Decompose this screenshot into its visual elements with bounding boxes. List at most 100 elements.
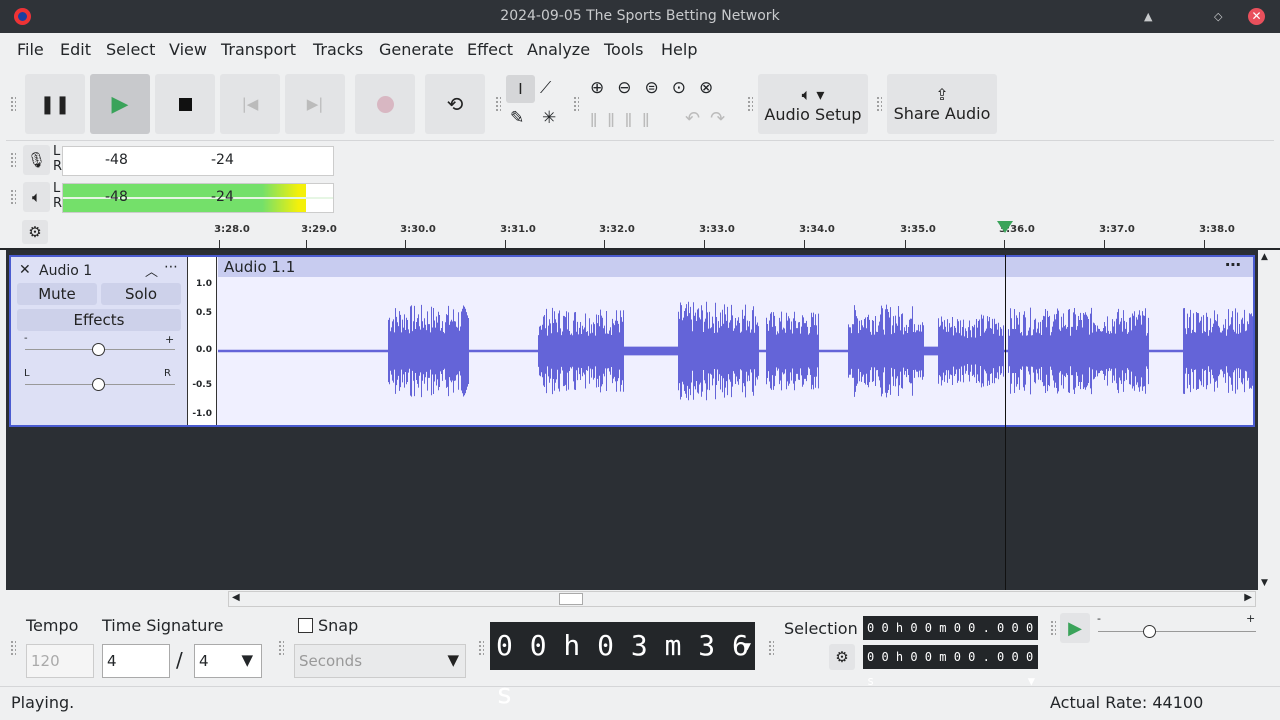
vertical-scale[interactable]: 1.0 0.5 0.0 -0.5 -1.0: [187, 257, 217, 425]
meter-tick: -48: [105, 152, 128, 168]
timeline-ruler[interactable]: [0, 216, 1280, 250]
selection-start[interactable]: 0 0 h 0 0 m 0 0 . 0 0 0 s▼: [863, 616, 1038, 659]
toolbar-grip[interactable]: [10, 96, 16, 112]
ruler-tick: [905, 240, 906, 248]
snap-grip[interactable]: [278, 640, 284, 656]
clip-menu-icon[interactable]: ⋯: [1225, 255, 1241, 274]
redo-icon[interactable]: ↷: [710, 108, 735, 129]
gain-slider[interactable]: [92, 343, 105, 356]
audio-setup-button[interactable]: 🔈︎ ▾ Audio Setup: [758, 74, 868, 134]
snap-label: Snap: [318, 616, 359, 635]
play-button[interactable]: ▶: [90, 74, 150, 134]
audio-setup-grip[interactable]: [747, 96, 753, 112]
menu-generate[interactable]: Generate: [379, 40, 454, 59]
maximize-button[interactable]: ◇: [1214, 0, 1222, 33]
play-at-speed-grip[interactable]: [1050, 620, 1056, 636]
waveform[interactable]: [218, 277, 1253, 425]
share-audio-button[interactable]: ⇪ Share Audio: [887, 74, 997, 134]
record-meter-grip[interactable]: [10, 152, 16, 168]
record-meter[interactable]: -48 -24: [62, 146, 334, 176]
menu-transport[interactable]: Transport: [221, 40, 296, 59]
audio-track[interactable]: ✕ Audio 1 ︿ ⋯ Mute Solo Effects - + L R …: [9, 255, 1255, 427]
meter-tick: -24: [211, 152, 234, 168]
trim-icon[interactable]: ǁǁ: [590, 110, 625, 128]
tools-grip[interactable]: [495, 96, 501, 112]
window-title: 2024-09-05 The Sports Betting Network: [500, 8, 780, 24]
playhead-marker[interactable]: [997, 221, 1013, 233]
solo-button[interactable]: Solo: [101, 283, 181, 305]
zoom-in-icon[interactable]: ⊕: [590, 78, 617, 98]
menu-help[interactable]: Help: [661, 40, 697, 59]
skip-end-button[interactable]: ▶|: [285, 74, 345, 134]
menu-select[interactable]: Select: [106, 40, 155, 59]
loop-button[interactable]: ⟲: [425, 74, 485, 134]
time-sig-grip[interactable]: [10, 640, 16, 656]
draw-tool[interactable]: ✎: [510, 108, 524, 128]
menu-file[interactable]: File: [17, 40, 44, 59]
track-name[interactable]: Audio 1: [39, 263, 92, 279]
menu-tools[interactable]: Tools: [604, 40, 643, 59]
clip-header[interactable]: Audio 1.1 ⋯: [218, 255, 1253, 277]
silence-icon[interactable]: ǁǁ: [625, 110, 660, 128]
play-at-speed-button[interactable]: ▶: [1060, 613, 1090, 643]
pan-slider[interactable]: [92, 378, 105, 391]
record-meter-button[interactable]: 🎙︎: [23, 145, 50, 175]
tempo-input[interactable]: 120: [26, 644, 94, 678]
time-sig-denominator[interactable]: 4 ▼: [194, 644, 262, 678]
time-display[interactable]: 0 0 h 0 3 m 3 6 s ▼: [490, 622, 755, 710]
selection-settings-button[interactable]: ⚙: [829, 644, 855, 670]
play-meter-grip[interactable]: [10, 189, 16, 205]
ruler-label: 3:29.0: [301, 224, 337, 235]
ruler-label: 3:32.0: [599, 224, 635, 235]
minimize-button[interactable]: ▲: [1144, 0, 1152, 33]
selection-end[interactable]: 0 0 h 0 0 m 0 0 . 0 0 0 s ▼: [863, 645, 1038, 688]
envelope-tool[interactable]: ⟋: [540, 78, 551, 98]
vertical-scrollbar[interactable]: ▲ ▼: [1258, 250, 1274, 590]
collapse-icon[interactable]: ︿: [145, 261, 158, 280]
multi-tool[interactable]: ✳: [542, 108, 556, 128]
fit-project-icon[interactable]: ⊙: [672, 78, 699, 98]
gain-plus: +: [165, 333, 175, 346]
selection-tool[interactable]: I: [506, 75, 535, 103]
time-sig-numerator[interactable]: 4: [102, 644, 170, 678]
menu-tracks[interactable]: Tracks: [313, 40, 363, 59]
zoom-out-icon[interactable]: ⊖: [617, 78, 644, 98]
menu-analyze[interactable]: Analyze: [527, 40, 590, 59]
fit-selection-icon[interactable]: ⊜: [645, 78, 672, 98]
ruler-tick: [604, 240, 605, 248]
speaker-icon: 🔈︎ ▾: [801, 84, 825, 104]
horizontal-scrollbar[interactable]: ◀ ▶: [228, 591, 1256, 607]
scroll-thumb[interactable]: [559, 593, 583, 605]
undo-icon[interactable]: ↶: [685, 108, 710, 129]
snap-unit-select[interactable]: Seconds ▼: [294, 644, 466, 678]
menu-view[interactable]: View: [169, 40, 207, 59]
pause-button[interactable]: ❚❚: [25, 74, 85, 134]
menu-effect[interactable]: Effect: [467, 40, 513, 59]
zoom-toggle-icon[interactable]: ⊗: [699, 78, 726, 98]
ruler-label: 3:28.0: [214, 224, 250, 235]
close-button[interactable]: ✕: [1248, 8, 1265, 25]
share-grip[interactable]: [876, 96, 882, 112]
selection-grip[interactable]: [768, 640, 774, 656]
mute-button[interactable]: Mute: [17, 283, 97, 305]
playback-meter[interactable]: -48 -24: [62, 183, 334, 213]
timeline-settings-button[interactable]: ⚙: [22, 220, 48, 244]
snap-checkbox[interactable]: [298, 618, 313, 633]
menu-edit[interactable]: Edit: [60, 40, 91, 59]
record-button[interactable]: [355, 74, 415, 134]
speed-slider[interactable]: [1143, 625, 1156, 638]
envelope-icon: ⟋: [540, 78, 552, 97]
stop-button[interactable]: [155, 74, 215, 134]
time-grip[interactable]: [478, 640, 484, 656]
close-track-icon[interactable]: ✕: [19, 262, 31, 278]
edit-grip[interactable]: [573, 96, 579, 112]
play-meter-button[interactable]: 🔈︎: [23, 182, 50, 212]
ruler-tick: [1004, 240, 1005, 248]
time-sig-separator: /: [176, 648, 183, 672]
effects-button[interactable]: Effects: [17, 309, 181, 331]
skip-start-button[interactable]: |◀: [220, 74, 280, 134]
ibeam-icon: I: [518, 80, 523, 98]
ruler-label: 3:38.0: [1199, 224, 1235, 235]
skip-end-icon: ▶|: [306, 95, 324, 113]
track-menu-icon[interactable]: ⋯: [164, 259, 178, 275]
